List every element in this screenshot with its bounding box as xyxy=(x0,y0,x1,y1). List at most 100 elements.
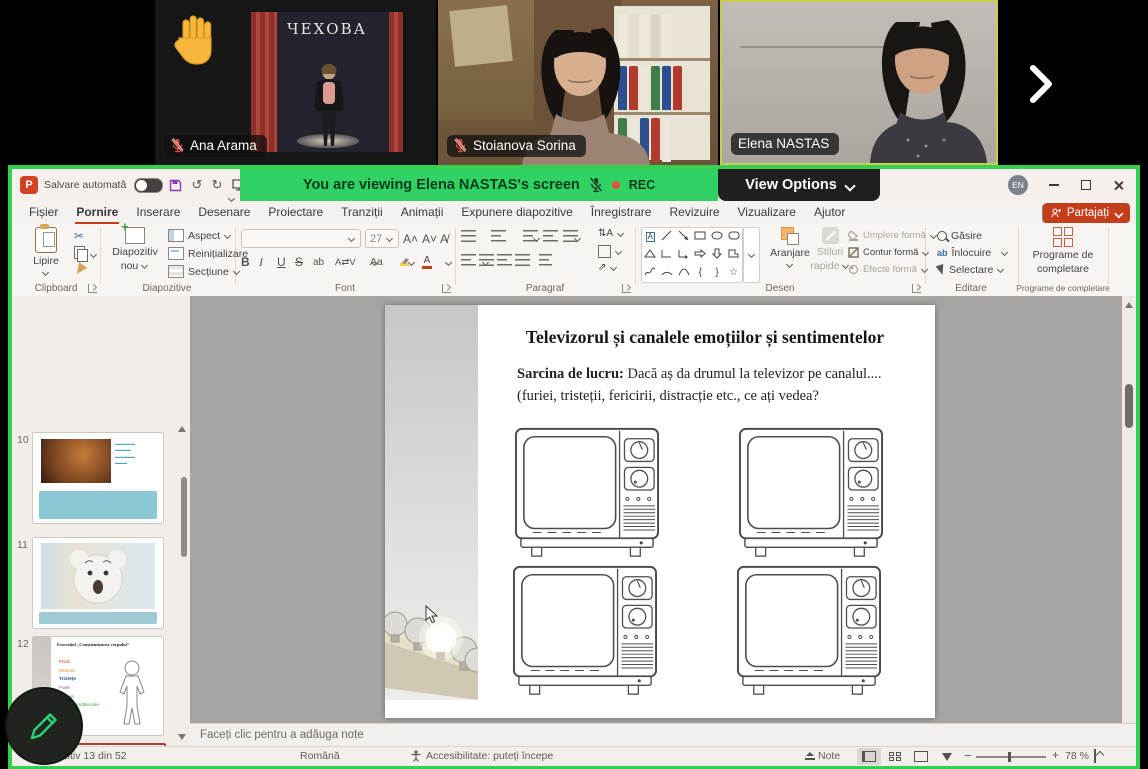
shape-fill-button[interactable]: Umplere formă xyxy=(848,230,938,241)
align-text-button[interactable] xyxy=(598,245,623,258)
save-icon[interactable] xyxy=(166,176,184,194)
video-tile-ana-arama[interactable]: ЧЕХОВА Ana A xyxy=(155,0,436,165)
highlight-color-button[interactable] xyxy=(398,252,411,272)
reset-button[interactable]: Reinițializare xyxy=(168,247,248,260)
font-size-combobox[interactable]: 27 xyxy=(365,229,399,248)
decrease-font-icon[interactable]: A˅ xyxy=(422,229,437,249)
character-spacing-button[interactable]: A⇄V xyxy=(335,252,356,272)
shapes-gallery[interactable]: A { } ☆ xyxy=(641,227,743,283)
tab-pornire[interactable]: Pornire xyxy=(67,201,127,224)
paragraph-dialog-launcher-icon[interactable] xyxy=(622,284,631,293)
tab-expunere-diapozitive[interactable]: Expunere diapozitive xyxy=(452,201,581,224)
zoom-out-button[interactable]: − xyxy=(964,748,972,763)
italic-button[interactable]: I xyxy=(259,252,263,272)
tab-animatii[interactable]: Animații xyxy=(392,201,453,224)
justify-button[interactable] xyxy=(515,254,530,269)
chevron-down-icon[interactable] xyxy=(90,251,98,259)
convert-smartart-button[interactable]: ⇗ xyxy=(598,262,618,273)
find-button[interactable]: Găsire xyxy=(937,230,982,242)
thumbnail-slide-10[interactable]: ▬▬▬▬▬▬▬▬▬▬▬▬▬▬▬▬▬ xyxy=(32,432,164,524)
gallery-next-button[interactable] xyxy=(1018,58,1064,110)
redo-icon[interactable]: ↻ xyxy=(208,176,226,194)
drawing-dialog-launcher-icon[interactable] xyxy=(912,284,921,293)
zoom-slider[interactable] xyxy=(976,756,1046,758)
minimize-button[interactable] xyxy=(1038,169,1070,201)
zoom-percentage[interactable]: 78 % xyxy=(1065,750,1089,762)
close-button[interactable] xyxy=(1102,169,1134,201)
bold-button[interactable]: B xyxy=(241,252,250,272)
numbering-button[interactable] xyxy=(491,230,506,245)
video-tile-stoianova-sorina[interactable]: Stoianova Sorina xyxy=(438,0,718,165)
text-direction-button[interactable]: ⇅A xyxy=(598,228,625,239)
undo-icon[interactable]: ↺ xyxy=(188,176,206,194)
align-center-button[interactable] xyxy=(479,254,494,269)
increase-font-icon[interactable]: A˄ xyxy=(403,229,418,249)
tab-inregistrare[interactable]: Înregistrare xyxy=(582,201,661,224)
scrollbar-thumb[interactable] xyxy=(1125,384,1133,428)
normal-view-button[interactable] xyxy=(857,748,881,765)
clipboard-dialog-launcher-icon[interactable] xyxy=(88,284,97,293)
reading-view-button[interactable] xyxy=(909,748,933,765)
notes-toggle-button[interactable]: Note xyxy=(805,750,840,762)
replace-button[interactable]: ab Înlocuire xyxy=(937,247,1009,259)
tab-fisier[interactable]: Fișier xyxy=(20,201,67,224)
new-slide-button[interactable]: Diapozitiv nou xyxy=(108,227,162,272)
columns-button[interactable] xyxy=(539,254,552,269)
powerpoint-logo-icon[interactable]: P xyxy=(20,176,38,194)
account-avatar[interactable]: EN xyxy=(1008,175,1028,195)
copy-button[interactable] xyxy=(74,246,85,262)
shapes-gallery-scrollbar[interactable] xyxy=(743,227,760,283)
zoom-in-button[interactable]: + xyxy=(1052,748,1059,762)
thumbnail-scroll-down-icon[interactable] xyxy=(178,734,186,740)
tab-ajutor[interactable]: Ajutor xyxy=(805,201,854,224)
thumbnail-scrollbar[interactable] xyxy=(181,477,187,557)
thumbnail-slide-11[interactable] xyxy=(32,537,164,629)
font-color-button[interactable]: A xyxy=(422,252,432,272)
view-options-dropdown[interactable]: View Options xyxy=(718,169,880,201)
cut-button[interactable]: ✂ xyxy=(74,230,84,242)
quick-styles-button[interactable]: Stiluri rapide xyxy=(815,227,845,272)
align-right-button[interactable] xyxy=(497,254,512,269)
tab-proiectare[interactable]: Proiectare xyxy=(259,201,332,224)
scroll-up-icon[interactable] xyxy=(1125,302,1133,308)
share-button[interactable]: Partajați xyxy=(1043,203,1130,223)
tab-desenare[interactable]: Desenare xyxy=(189,201,259,224)
tab-tranzitii[interactable]: Tranziții xyxy=(332,201,392,224)
paste-button[interactable]: Lipire xyxy=(24,227,68,277)
addins-button[interactable]: Programe de completare xyxy=(1028,227,1098,275)
select-button[interactable]: Selectare xyxy=(937,264,1005,276)
layout-button[interactable]: Aspect xyxy=(168,229,232,242)
slide-canvas[interactable]: Televizorul și canalele emoțiilor și sen… xyxy=(385,305,935,718)
underline-button[interactable]: U xyxy=(277,252,286,272)
shape-effects-button[interactable]: Efecte formă xyxy=(848,264,929,275)
slide-sorter-view-button[interactable] xyxy=(883,748,907,765)
section-button[interactable]: Secțiune xyxy=(168,265,241,278)
decrease-indent-button[interactable] xyxy=(523,230,538,245)
align-left-button[interactable] xyxy=(461,254,476,269)
font-name-combobox[interactable] xyxy=(241,229,361,248)
notes-pane[interactable]: Faceți clic pentru a adăuga note xyxy=(190,723,1136,746)
font-dialog-launcher-icon[interactable] xyxy=(442,284,451,293)
strikethrough-button[interactable]: S xyxy=(295,252,303,272)
fit-to-window-button[interactable] xyxy=(1094,749,1096,763)
thumbnail-scroll-up-icon[interactable] xyxy=(178,426,186,432)
shape-outline-button[interactable]: Contur formă xyxy=(848,247,930,258)
tab-vizualizare[interactable]: Vizualizare xyxy=(729,201,805,224)
restore-button[interactable] xyxy=(1070,169,1102,201)
zoom-slider-thumb[interactable] xyxy=(1008,752,1011,762)
autosave-toggle[interactable] xyxy=(134,178,163,193)
vertical-scrollbar[interactable] xyxy=(1122,296,1136,723)
video-tile-elena-nastas[interactable]: Elena NASTAS xyxy=(720,0,998,165)
language-indicator[interactable]: Română xyxy=(300,750,340,762)
bullets-button[interactable] xyxy=(461,230,476,245)
tab-revizuire[interactable]: Revizuire xyxy=(660,201,728,224)
format-painter-button[interactable] xyxy=(75,264,85,278)
annotation-pencil-button[interactable] xyxy=(5,687,83,765)
chevron-down-icon[interactable] xyxy=(445,259,453,267)
text-shadow-button[interactable]: ab xyxy=(313,252,324,272)
slideshow-view-button[interactable] xyxy=(935,748,959,765)
accessibility-status[interactable]: Accesibilitate: puteți începe xyxy=(426,750,553,762)
arrange-button[interactable]: Aranjare xyxy=(767,227,813,269)
change-case-button[interactable]: Aa xyxy=(370,252,383,272)
line-spacing-button[interactable] xyxy=(563,230,578,245)
